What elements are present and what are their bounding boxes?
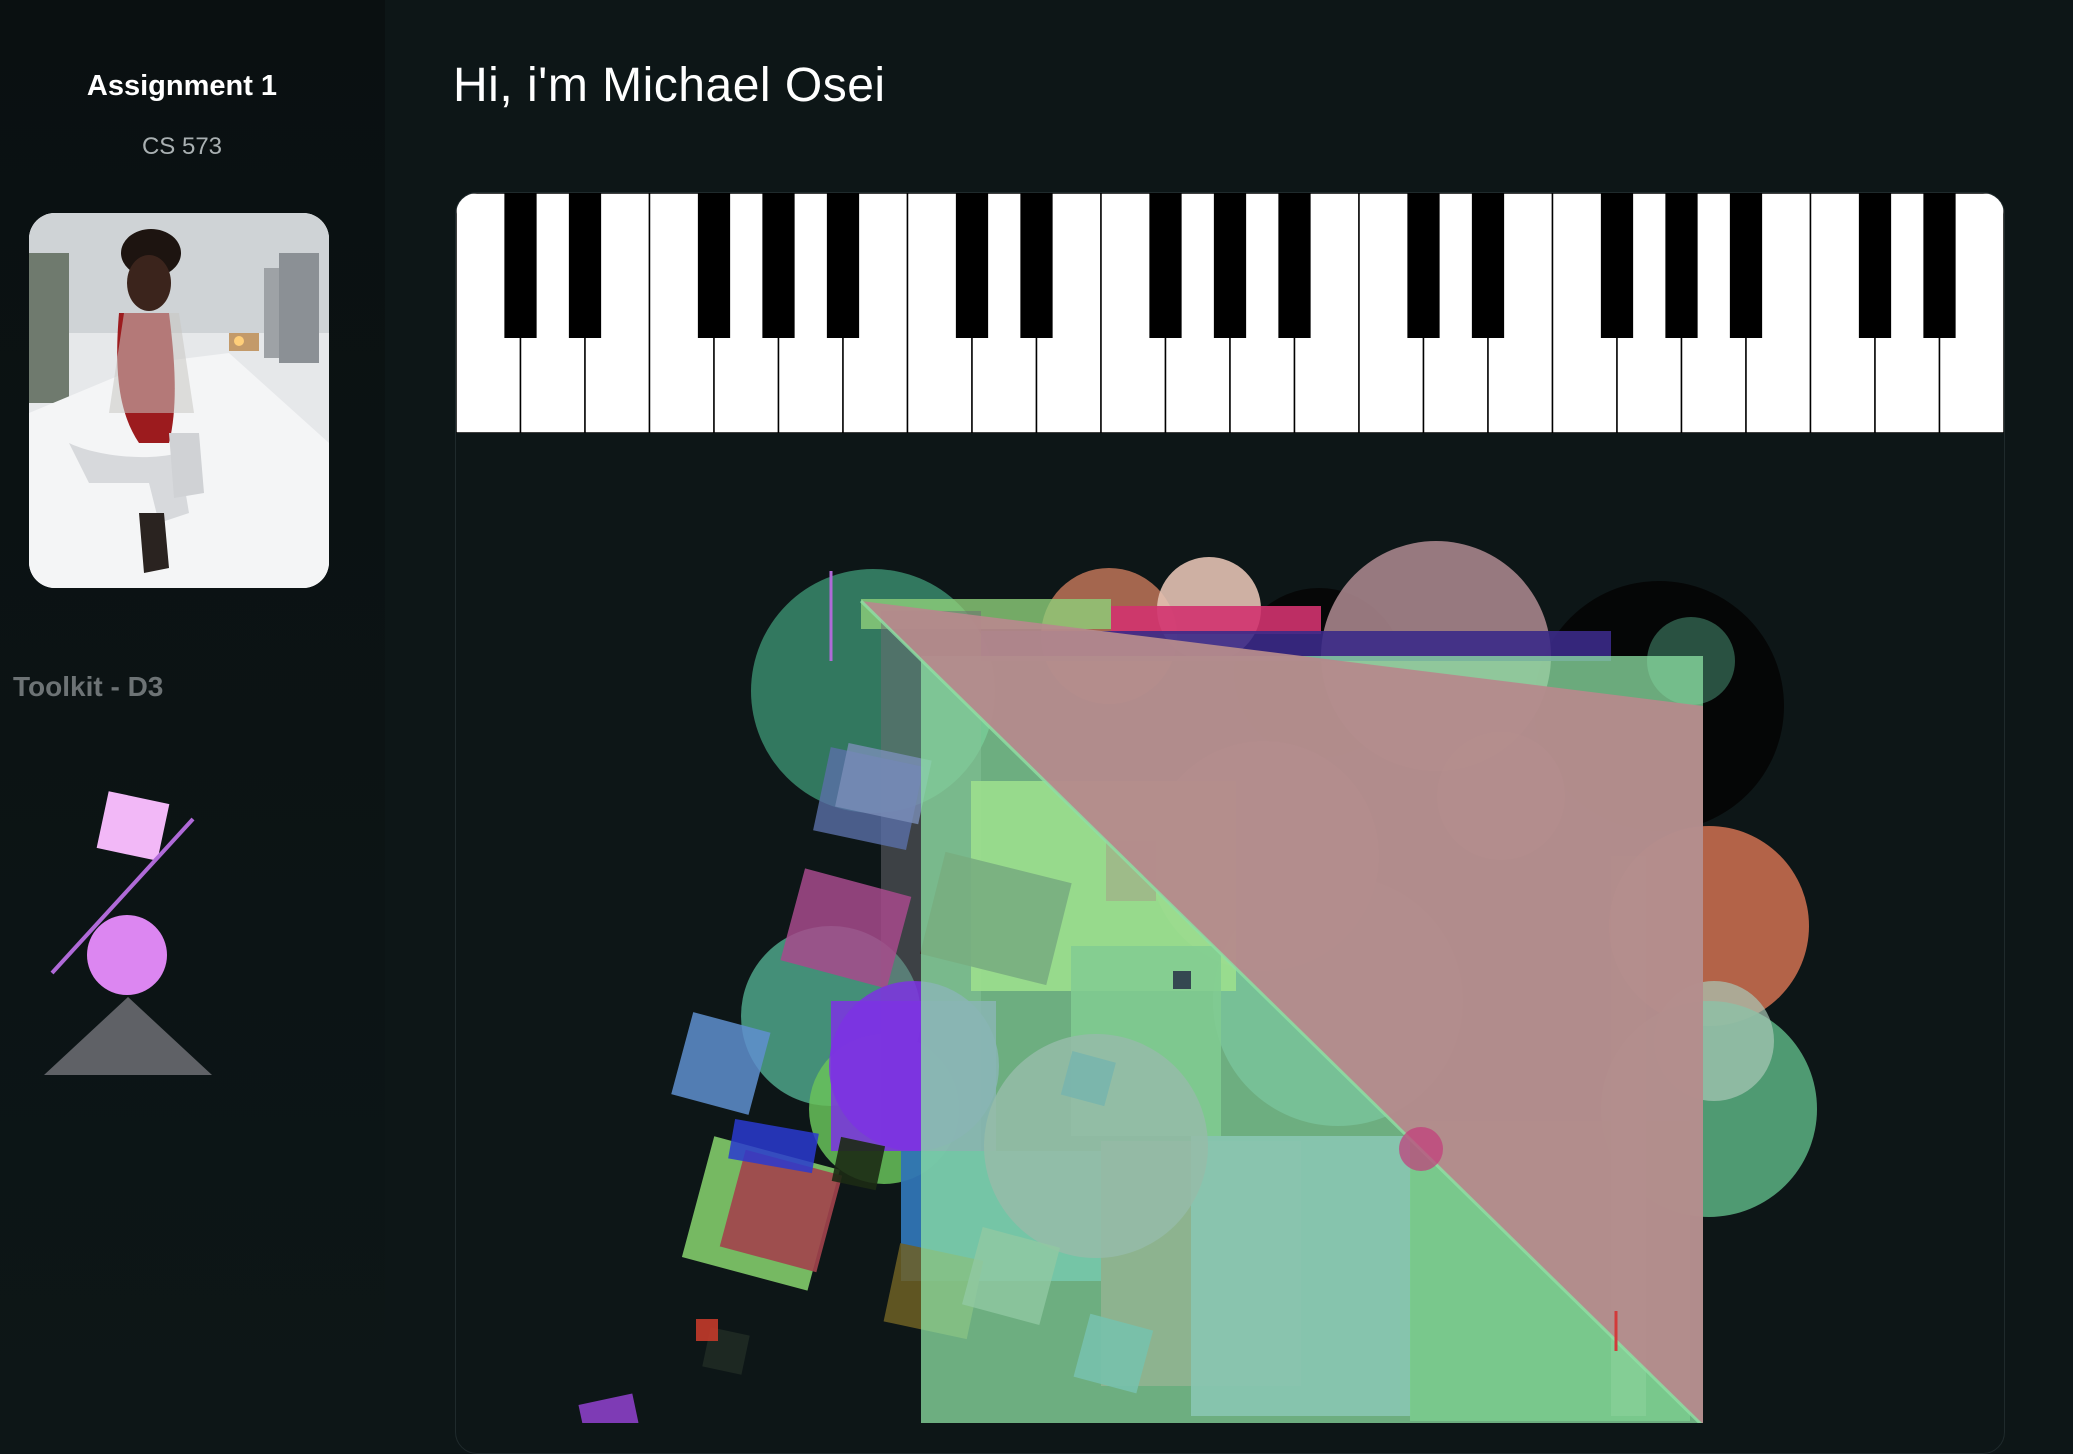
logo-square [96,791,170,861]
shapes-logo [44,791,212,1075]
generative-art [578,541,1817,1423]
art-canvas[interactable] [455,192,2005,1454]
profile-photo [29,213,329,588]
toolkit-label: Toolkit - D3 [13,671,164,702]
course-code: CS 573 [141,133,223,160]
logo-circle [87,915,167,995]
sidebar: Assignment 1 CS 573 Toolkit - D3 [0,0,385,1420]
page-title: Hi, i'm Michael Osei [453,59,886,112]
art-rect [831,1136,886,1191]
art-circle [1399,1127,1443,1171]
art-rect [696,1319,718,1341]
logo-triangle [44,997,212,1075]
art-rect [1111,606,1321,634]
art-rect [578,1393,639,1423]
assignment-title: Assignment 1 [86,70,278,102]
art-rect [1173,971,1191,989]
